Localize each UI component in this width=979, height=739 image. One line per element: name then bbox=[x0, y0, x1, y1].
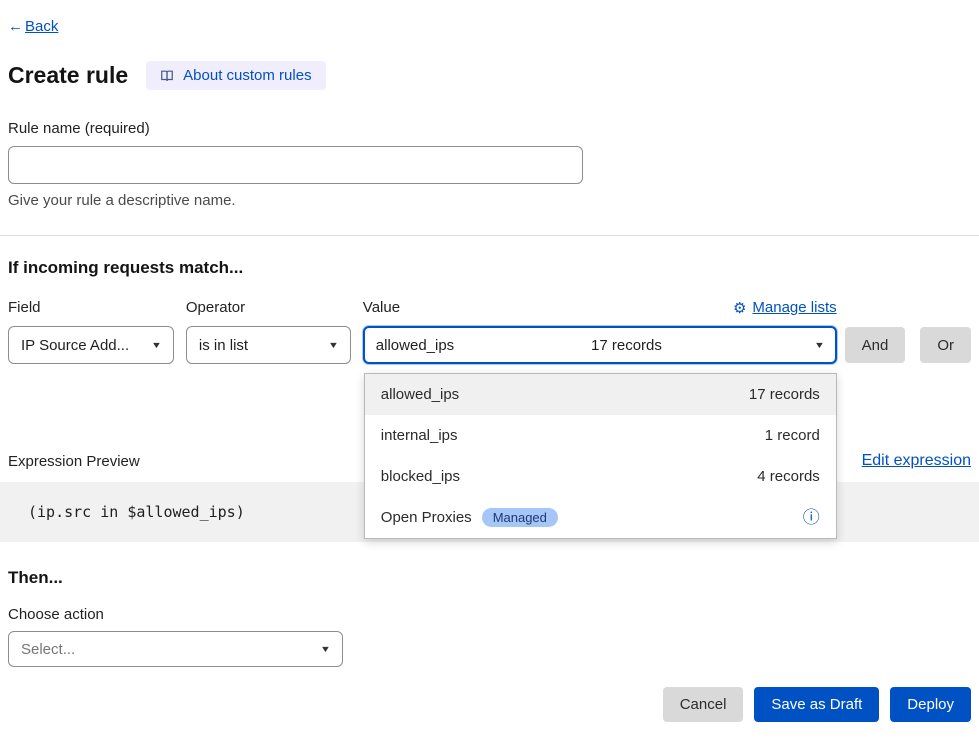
list-option-allowed-ips[interactable]: allowed_ips 17 records bbox=[365, 374, 836, 415]
field-select-value: IP Source Add... bbox=[21, 337, 129, 354]
back-row: ← Back bbox=[8, 0, 971, 35]
option-name: internal_ips bbox=[381, 427, 458, 444]
book-icon bbox=[160, 69, 174, 83]
option-records: 1 record bbox=[765, 427, 820, 444]
list-option-internal-ips[interactable]: internal_ips 1 record bbox=[365, 415, 836, 456]
field-column: Field IP Source Add... ▼ bbox=[8, 298, 174, 364]
title-row: Create rule About custom rules bbox=[8, 61, 971, 90]
create-rule-page: ← Back Create rule About custom rules Ru… bbox=[0, 0, 979, 722]
rule-name-helper: Give your rule a descriptive name. bbox=[8, 192, 971, 209]
manage-lists-label: Manage lists bbox=[752, 299, 836, 316]
option-records: 4 records bbox=[757, 468, 820, 485]
option-name: blocked_ips bbox=[381, 468, 460, 485]
about-custom-rules-link[interactable]: About custom rules bbox=[146, 61, 325, 90]
rule-name-label: Rule name (required) bbox=[8, 120, 971, 137]
about-custom-rules-label: About custom rules bbox=[183, 67, 311, 84]
and-button[interactable]: And bbox=[845, 327, 906, 363]
field-select[interactable]: IP Source Add... ▼ bbox=[8, 326, 174, 364]
option-records: 17 records bbox=[749, 386, 820, 403]
deploy-button[interactable]: Deploy bbox=[890, 687, 971, 722]
option-name: Open Proxies bbox=[381, 509, 472, 526]
operator-column: Operator is in list ▼ bbox=[186, 298, 351, 364]
choose-action-label: Choose action bbox=[8, 606, 971, 623]
chevron-down-icon: ▼ bbox=[320, 644, 331, 654]
value-column: Value ⚙ Manage lists allowed_ips 17 reco… bbox=[363, 298, 837, 364]
operator-select-value: is in list bbox=[199, 337, 248, 354]
section-divider bbox=[0, 235, 979, 236]
back-link[interactable]: Back bbox=[25, 18, 58, 35]
chevron-down-icon: ▼ bbox=[151, 340, 162, 350]
info-icon[interactable]: ⓘ bbox=[803, 509, 820, 526]
expression-preview-label: Expression Preview bbox=[8, 453, 140, 470]
operator-label: Operator bbox=[186, 299, 245, 316]
manage-lists-link[interactable]: ⚙ Manage lists bbox=[733, 299, 837, 317]
value-label: Value bbox=[363, 299, 400, 316]
and-or-buttons: And Or bbox=[845, 327, 971, 363]
edit-expression-link[interactable]: Edit expression bbox=[862, 452, 971, 470]
gear-icon: ⚙ bbox=[733, 299, 746, 317]
then-heading: Then... bbox=[8, 568, 971, 588]
footer-actions: Cancel Save as Draft Deploy bbox=[8, 687, 971, 722]
option-name: allowed_ips bbox=[381, 386, 459, 403]
back-arrow-icon: ← bbox=[8, 18, 23, 35]
field-label: Field bbox=[8, 299, 41, 316]
action-select[interactable]: Select... ▼ bbox=[8, 631, 343, 667]
chevron-down-icon: ▼ bbox=[328, 340, 339, 350]
managed-badge: Managed bbox=[482, 508, 558, 527]
value-select[interactable]: allowed_ips 17 records ▼ bbox=[363, 326, 837, 364]
cancel-button[interactable]: Cancel bbox=[663, 687, 744, 722]
page-title: Create rule bbox=[8, 62, 128, 89]
rule-name-input[interactable] bbox=[8, 146, 583, 184]
action-select-placeholder: Select... bbox=[21, 641, 75, 658]
or-button[interactable]: Or bbox=[920, 327, 971, 363]
chevron-down-icon: ▼ bbox=[814, 340, 825, 350]
list-option-open-proxies[interactable]: Open Proxies Managed ⓘ bbox=[365, 497, 836, 538]
value-select-selected: allowed_ips bbox=[376, 337, 454, 354]
list-option-blocked-ips[interactable]: blocked_ips 4 records bbox=[365, 456, 836, 497]
match-heading: If incoming requests match... bbox=[8, 258, 971, 278]
save-as-draft-button[interactable]: Save as Draft bbox=[754, 687, 879, 722]
list-dropdown: allowed_ips 17 records internal_ips 1 re… bbox=[364, 373, 837, 539]
expression-code: (ip.src in $allowed_ips) bbox=[28, 503, 245, 521]
operator-select[interactable]: is in list ▼ bbox=[186, 326, 351, 364]
value-select-records: 17 records bbox=[591, 337, 678, 354]
match-controls-row: Field IP Source Add... ▼ Operator is in … bbox=[8, 298, 971, 364]
